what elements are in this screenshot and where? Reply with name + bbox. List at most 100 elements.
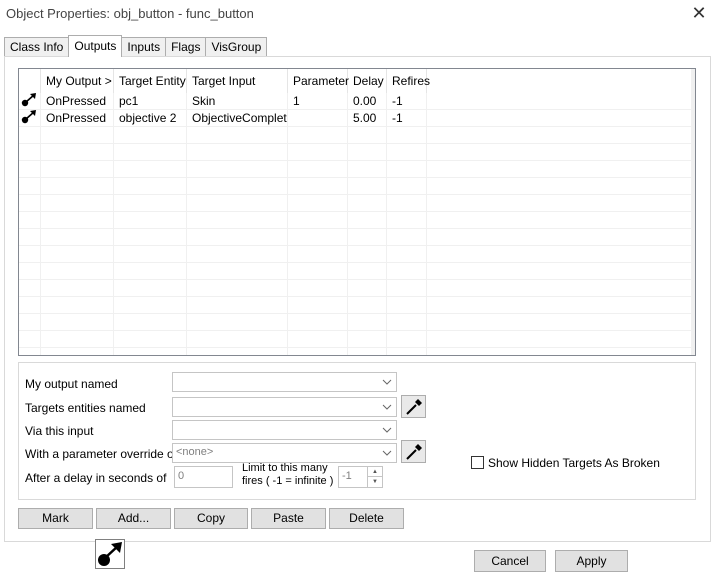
empty-row <box>19 314 695 331</box>
empty-cell <box>348 331 387 348</box>
empty-cell <box>187 280 288 297</box>
empty-row <box>19 161 695 178</box>
empty-cell <box>348 161 387 178</box>
empty-cell <box>288 263 348 280</box>
column-header-parameter[interactable]: Parameter <box>288 69 349 93</box>
param-combo[interactable]: <none> <box>172 443 397 463</box>
empty-cell <box>41 229 114 246</box>
mark-button[interactable]: Mark <box>18 508 93 529</box>
empty-cell <box>348 348 387 355</box>
column-header-icon[interactable] <box>19 69 41 93</box>
stepper-down-icon[interactable]: ▼ <box>368 477 382 487</box>
column-header-target-entity[interactable]: Target Entity <box>114 69 187 93</box>
tab-class-info[interactable]: Class Info <box>4 37 70 57</box>
empty-cell <box>114 144 187 161</box>
empty-cell <box>387 314 427 331</box>
empty-cell <box>41 144 114 161</box>
eyedropper-icon <box>406 399 422 415</box>
eyedropper-icon <box>406 444 422 460</box>
empty-cell <box>19 229 41 246</box>
empty-cell <box>187 212 288 229</box>
pick-parameter-button[interactable] <box>401 440 426 463</box>
column-header-target-input[interactable]: Target Input <box>187 69 288 93</box>
row-output: OnPressed <box>41 110 114 127</box>
empty-row <box>19 297 695 314</box>
column-header-delay[interactable]: Delay <box>348 69 387 93</box>
vertical-scrollbar[interactable] <box>691 69 695 355</box>
cancel-button[interactable]: Cancel <box>474 550 546 572</box>
tab-flags[interactable]: Flags <box>165 37 207 57</box>
checkbox-box[interactable] <box>471 456 484 469</box>
empty-cell <box>288 314 348 331</box>
empty-cell <box>19 246 41 263</box>
add-button[interactable]: Add... <box>96 508 171 529</box>
empty-cell <box>19 212 41 229</box>
row-input: ObjectiveComplete <box>187 110 288 127</box>
empty-cell <box>387 280 427 297</box>
empty-cell <box>187 229 288 246</box>
tab-inputs[interactable]: Inputs <box>121 37 167 57</box>
pick-entity-button[interactable] <box>401 395 426 418</box>
empty-cell <box>387 246 427 263</box>
empty-cell <box>187 178 288 195</box>
paste-button[interactable]: Paste <box>251 508 326 529</box>
empty-cell <box>114 127 187 144</box>
copy-button[interactable]: Copy <box>174 508 248 529</box>
empty-cell <box>387 331 427 348</box>
row-parameter: 1 <box>288 93 348 110</box>
empty-cell <box>187 127 288 144</box>
empty-cell <box>387 229 427 246</box>
empty-cell <box>288 127 348 144</box>
empty-cell <box>288 144 348 161</box>
empty-cell <box>187 246 288 263</box>
delete-button[interactable]: Delete <box>329 508 404 529</box>
empty-cell <box>187 161 288 178</box>
empty-cell <box>187 331 288 348</box>
empty-cell <box>19 263 41 280</box>
row-delay: 5.00 <box>348 110 387 127</box>
tab-visgroup[interactable]: VisGroup <box>205 37 268 57</box>
column-header-refires[interactable]: Refires <box>387 69 430 93</box>
table-row[interactable]: OnPressed objective 2 ObjectiveComplete … <box>19 110 695 127</box>
chevron-down-icon <box>382 379 392 385</box>
apply-button[interactable]: Apply <box>555 550 628 572</box>
empty-cell <box>19 161 41 178</box>
table-row[interactable]: OnPressed pc1 Skin 1 0.00 -1 <box>19 93 695 110</box>
my-output-combo[interactable] <box>172 372 397 392</box>
empty-cell <box>387 212 427 229</box>
delay-value: 0 <box>178 470 185 482</box>
empty-cell <box>288 331 348 348</box>
row-input: Skin <box>187 93 288 110</box>
empty-cell <box>114 178 187 195</box>
via-input-combo[interactable] <box>172 420 397 440</box>
empty-row <box>19 178 695 195</box>
title-bar: Object Properties: obj_button - func_but… <box>0 0 715 28</box>
row-target: objective 2 <box>114 110 187 127</box>
targets-combo[interactable] <box>172 397 397 417</box>
empty-row <box>19 229 695 246</box>
empty-row <box>19 195 695 212</box>
empty-row <box>19 212 695 229</box>
empty-cell <box>187 144 288 161</box>
empty-cell <box>387 297 427 314</box>
empty-cell <box>19 314 41 331</box>
empty-cell <box>187 263 288 280</box>
stepper-up-icon[interactable]: ▲ <box>368 467 382 477</box>
column-header-my-output[interactable]: My Output > <box>41 69 114 93</box>
row-refires: -1 <box>387 110 427 127</box>
outputs-list[interactable]: My Output > Target Entity Target Input P… <box>18 68 696 356</box>
empty-cell <box>19 297 41 314</box>
tab-outputs[interactable]: Outputs <box>68 35 123 57</box>
empty-cell <box>41 127 114 144</box>
limit-stepper[interactable]: -1 ▲ ▼ <box>338 466 383 488</box>
close-icon[interactable]: ✕ <box>689 4 709 24</box>
empty-cell <box>348 195 387 212</box>
delay-input[interactable]: 0 <box>174 466 233 488</box>
row-output: OnPressed <box>41 93 114 110</box>
empty-row <box>19 127 695 144</box>
empty-cell <box>348 297 387 314</box>
empty-cell <box>348 229 387 246</box>
empty-cell <box>387 263 427 280</box>
chevron-down-icon <box>382 404 392 410</box>
empty-cell <box>114 263 187 280</box>
